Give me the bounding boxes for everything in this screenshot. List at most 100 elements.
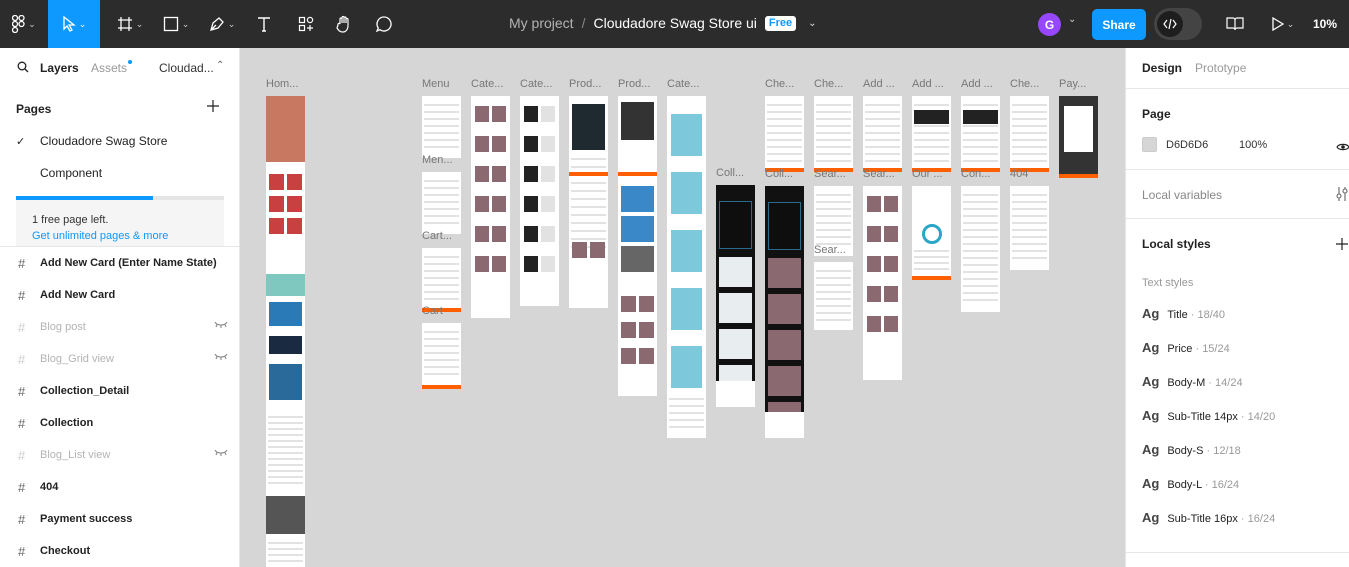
plan-badge[interactable]: Free xyxy=(764,15,797,31)
tab-prototype[interactable]: Prototype xyxy=(1195,61,1246,75)
layer-row[interactable]: # Blog post xyxy=(0,311,239,343)
frame-thumbnail[interactable] xyxy=(422,172,461,234)
frame-label[interactable]: Pay... xyxy=(1059,78,1106,90)
tab-layers[interactable]: Layers xyxy=(40,61,79,75)
resources-button[interactable] xyxy=(292,0,320,48)
layer-row[interactable]: # Add New Card xyxy=(0,279,239,311)
text-style-item[interactable]: Ag Body-S · 12/18 xyxy=(1142,442,1241,457)
layer-row[interactable]: # Blog_List view xyxy=(0,439,239,471)
frame-thumbnail[interactable] xyxy=(912,96,951,172)
design-canvas[interactable]: Hom... Menu Men... Cart... Cart Cate... Cate..… xyxy=(241,48,1125,567)
frame-label[interactable]: Sear... xyxy=(814,168,861,180)
frame-thumbnail[interactable] xyxy=(422,248,461,312)
frame-thumbnail[interactable] xyxy=(912,186,951,280)
frame-label[interactable]: Sear... xyxy=(863,168,910,180)
frame-thumbnail[interactable] xyxy=(266,96,305,567)
page-color-swatch[interactable] xyxy=(1142,137,1157,152)
move-tool-button[interactable]: ⌄ xyxy=(48,0,100,48)
frame-label[interactable]: Coll... xyxy=(765,168,812,180)
layer-row[interactable]: # Blog_Grid view xyxy=(0,343,239,375)
avatar[interactable]: G xyxy=(1038,13,1061,36)
frame-tool-button[interactable]: ⌄ xyxy=(110,0,150,48)
library-button[interactable] xyxy=(1222,0,1248,48)
frame-thumbnail[interactable] xyxy=(863,186,902,380)
upgrade-link[interactable]: Get unlimited pages & more xyxy=(32,230,168,242)
frame-thumbnail[interactable] xyxy=(422,96,461,158)
frame-label[interactable]: Prod... xyxy=(569,78,616,90)
frame-label[interactable]: Add ... xyxy=(863,78,910,90)
layer-row[interactable]: # Collection xyxy=(0,407,239,439)
frame-label[interactable]: Che... xyxy=(765,78,812,90)
search-icon[interactable] xyxy=(17,61,29,76)
frame-thumbnail[interactable] xyxy=(471,96,510,318)
file-pages-dropdown[interactable]: Cloudad... xyxy=(159,61,214,75)
eye-closed-icon[interactable] xyxy=(214,320,228,332)
variables-icon[interactable] xyxy=(1336,186,1348,207)
present-button[interactable]: ⌄ xyxy=(1266,0,1300,48)
local-variables-label[interactable]: Local variables xyxy=(1142,188,1222,202)
frame-thumbnail[interactable] xyxy=(765,96,804,172)
frame-label[interactable]: Prod... xyxy=(618,78,665,90)
eye-closed-icon[interactable] xyxy=(214,448,228,460)
text-style-item[interactable]: Ag Body-L · 16/24 xyxy=(1142,476,1239,491)
text-style-item[interactable]: Ag Sub-Title 16px · 16/24 xyxy=(1142,510,1275,525)
project-link[interactable]: My project xyxy=(509,15,574,31)
page-opacity-value[interactable]: 100% xyxy=(1239,139,1267,151)
frame-thumbnail[interactable] xyxy=(422,323,461,389)
frame-label[interactable]: Sear... xyxy=(814,244,861,256)
frame-thumbnail[interactable] xyxy=(765,186,804,438)
share-button[interactable]: Share xyxy=(1092,9,1146,40)
file-name[interactable]: Cloudadore Swag Store ui xyxy=(593,15,756,31)
frame-thumbnail[interactable] xyxy=(814,96,853,172)
page-color-value[interactable]: D6D6D6 xyxy=(1166,139,1208,151)
frame-label[interactable]: Men... xyxy=(422,154,469,166)
eye-closed-icon[interactable] xyxy=(214,352,228,364)
frame-label[interactable]: Cart xyxy=(422,305,469,317)
text-style-item[interactable]: Ag Price · 15/24 xyxy=(1142,340,1230,355)
tab-design[interactable]: Design xyxy=(1142,61,1182,75)
frame-thumbnail[interactable] xyxy=(863,96,902,172)
frame-label[interactable]: Cate... xyxy=(667,78,714,90)
page-item-component[interactable]: Component xyxy=(0,157,239,189)
frame-label[interactable]: Con... xyxy=(961,168,1008,180)
frame-label[interactable]: Add ... xyxy=(961,78,1008,90)
frame-thumbnail[interactable] xyxy=(814,262,853,330)
frame-label[interactable]: 404 xyxy=(1010,168,1057,180)
frame-label[interactable]: Add ... xyxy=(912,78,959,90)
frame-label[interactable]: Hom... xyxy=(266,78,313,90)
add-style-icon[interactable] xyxy=(1336,237,1348,255)
frame-thumbnail[interactable] xyxy=(1059,96,1098,178)
dev-mode-toggle[interactable] xyxy=(1154,8,1202,40)
layer-row[interactable]: # Payment success xyxy=(0,503,239,535)
zoom-level[interactable]: 10% xyxy=(1313,17,1337,31)
frame-label[interactable]: Cate... xyxy=(520,78,567,90)
frame-label[interactable]: Che... xyxy=(814,78,861,90)
frame-thumbnail[interactable] xyxy=(569,96,608,308)
add-page-icon[interactable] xyxy=(207,99,219,117)
frame-label[interactable]: Cart... xyxy=(422,230,469,242)
chevron-up-icon[interactable]: ⌃ xyxy=(216,60,224,71)
tab-assets[interactable]: Assets xyxy=(91,61,127,75)
frame-thumbnail[interactable] xyxy=(1010,96,1049,172)
comment-tool-button[interactable] xyxy=(370,0,398,48)
frame-label[interactable]: Menu xyxy=(422,78,469,90)
frame-label[interactable]: Coll... xyxy=(716,167,763,179)
frame-label[interactable]: Our ... xyxy=(912,168,959,180)
shape-tool-button[interactable]: ⌄ xyxy=(156,0,196,48)
frame-label[interactable]: Che... xyxy=(1010,78,1057,90)
hand-tool-button[interactable] xyxy=(330,0,358,48)
frame-thumbnail[interactable] xyxy=(520,96,559,306)
layer-row[interactable]: # Add New Card (Enter Name State) xyxy=(0,247,239,279)
frame-thumbnail[interactable] xyxy=(1010,186,1049,270)
frame-thumbnail[interactable] xyxy=(961,96,1000,172)
text-style-item[interactable]: Ag Body-M · 14/24 xyxy=(1142,374,1243,389)
text-tool-button[interactable] xyxy=(250,0,278,48)
text-style-item[interactable]: Ag Sub-Title 14px · 14/20 xyxy=(1142,408,1275,423)
page-item-swag-store[interactable]: ✓ Cloudadore Swag Store xyxy=(0,125,239,157)
layer-row[interactable]: # Collection_Detail xyxy=(0,375,239,407)
frame-thumbnail[interactable] xyxy=(618,96,657,396)
chevron-down-icon[interactable]: ⌄ xyxy=(1068,14,1076,25)
frame-thumbnail[interactable] xyxy=(961,186,1000,312)
frame-thumbnail[interactable] xyxy=(716,185,755,407)
frame-label[interactable]: Cate... xyxy=(471,78,518,90)
